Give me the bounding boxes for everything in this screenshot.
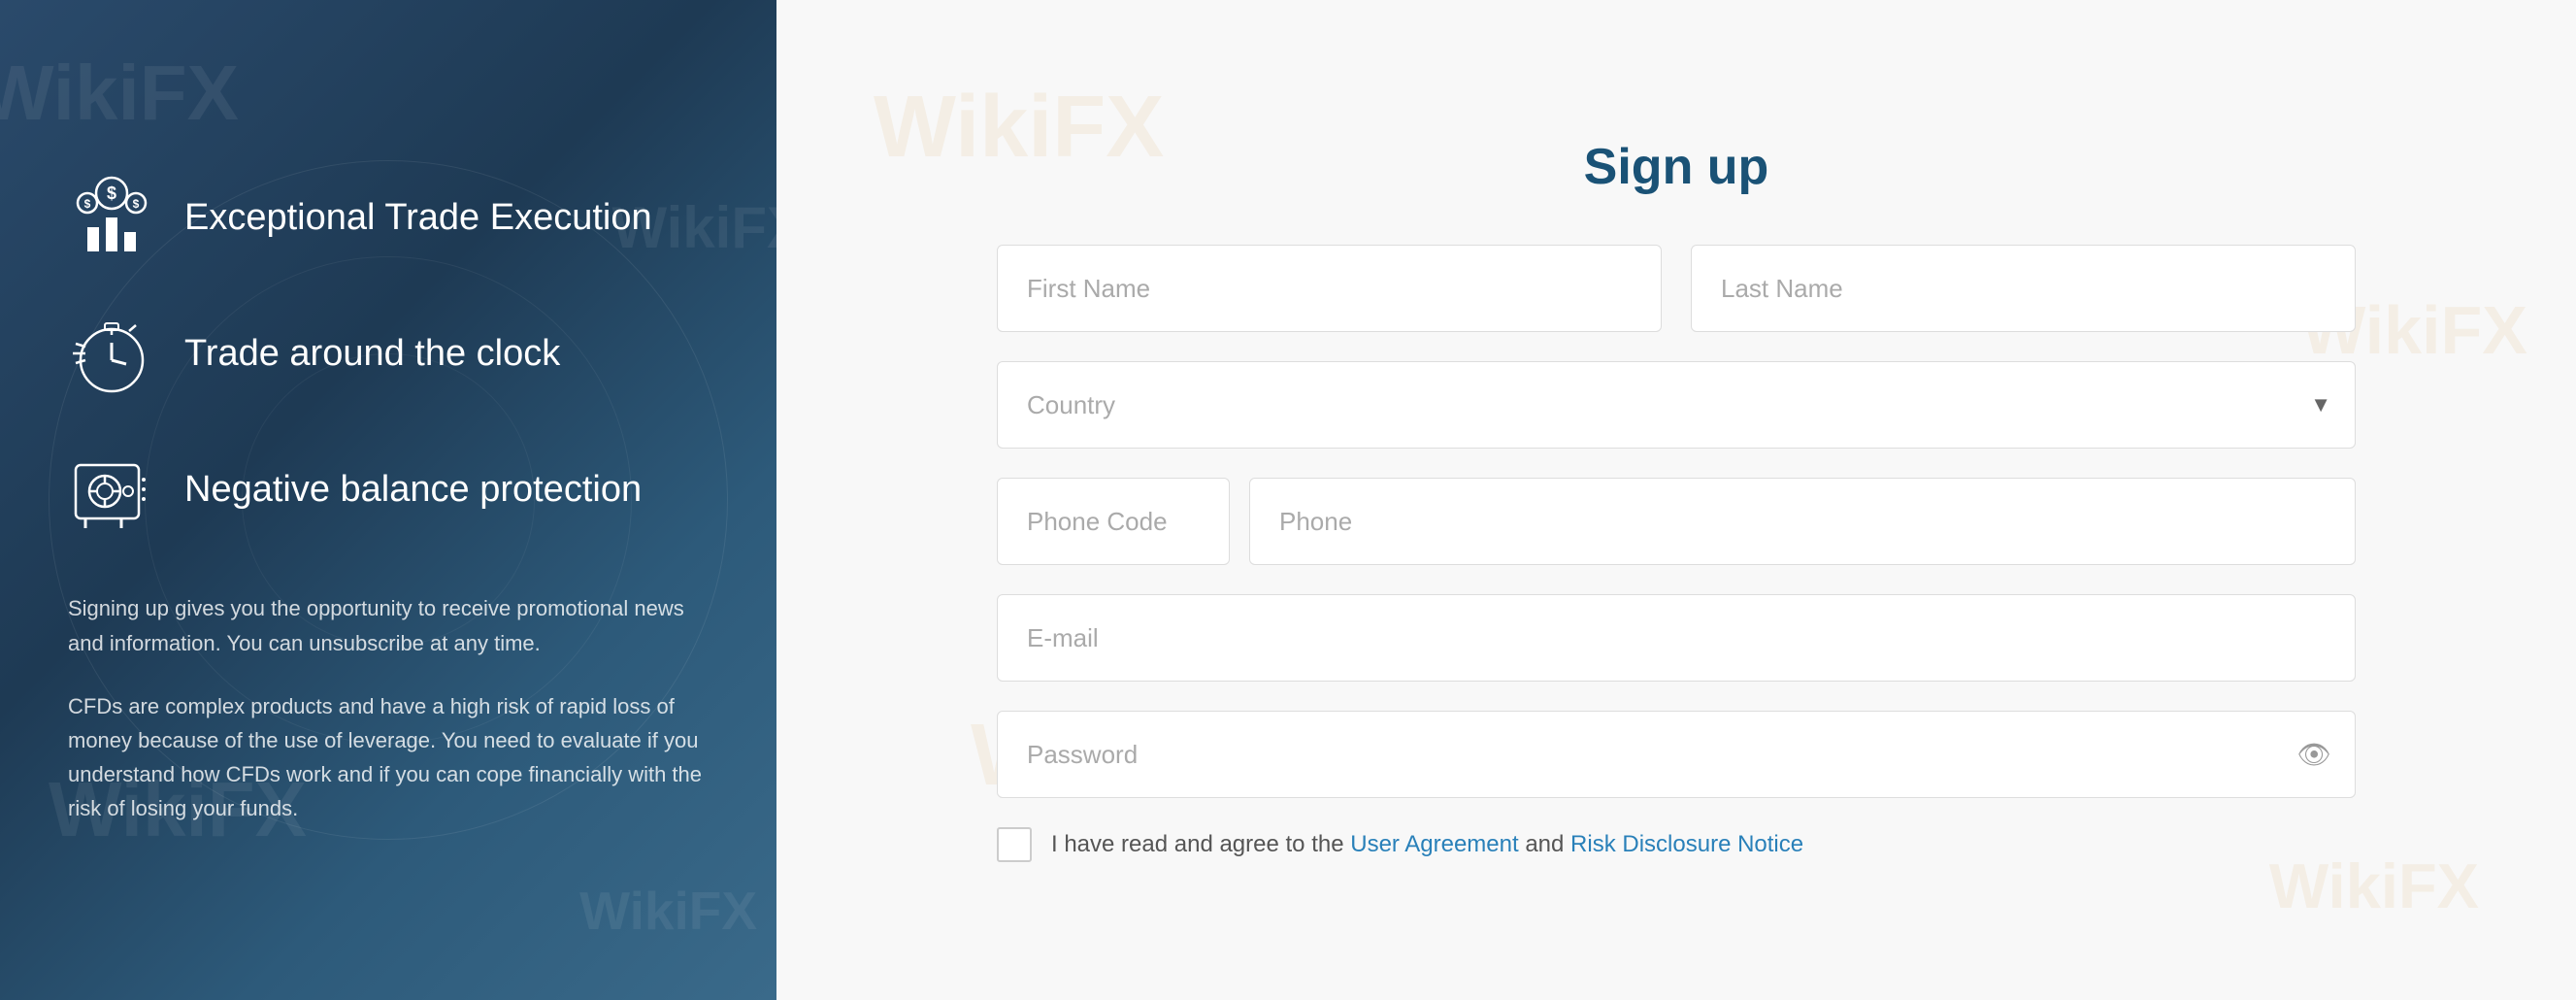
watermark-1: WikiFX xyxy=(0,49,239,138)
disclaimer-2: CFDs are complex products and have a hig… xyxy=(68,689,709,826)
agreement-text-before: I have read and agree to the xyxy=(1051,831,1350,857)
first-name-input[interactable] xyxy=(997,245,1662,332)
feature-negative-balance-title: Negative balance protection xyxy=(184,469,642,511)
feature-trade-clock: Trade around the clock xyxy=(68,310,709,397)
phone-code-field xyxy=(997,478,1230,565)
watermark-4: WikiFX xyxy=(579,880,757,942)
first-name-field xyxy=(997,245,1662,332)
password-field: 👁 xyxy=(997,711,2356,798)
feature-exceptional-trade: $ $ $ Exceptional Trade Execution xyxy=(68,174,709,261)
safe-icon xyxy=(68,446,155,533)
svg-text:$: $ xyxy=(107,183,116,203)
phone-code-input[interactable] xyxy=(997,478,1230,565)
agreement-row: I have read and agree to the User Agreem… xyxy=(997,827,2356,862)
name-row xyxy=(997,245,2356,332)
svg-text:$: $ xyxy=(133,197,140,211)
phone-input[interactable] xyxy=(1249,478,2356,565)
country-select[interactable]: Country xyxy=(997,361,2356,449)
feature-exceptional-trade-title: Exceptional Trade Execution xyxy=(184,197,652,239)
phone-row xyxy=(997,478,2356,565)
right-panel: WikiFX WikiFX WikiFX WikiFX Sign up Coun… xyxy=(776,0,2576,1000)
left-panel: WikiFX WikiFX WikiFX WikiFX $ $ $ Except… xyxy=(0,0,776,1000)
disclaimer-1: Signing up gives you the opportunity to … xyxy=(68,591,709,659)
country-field: Country ▼ xyxy=(997,361,2356,449)
feature-negative-balance: Negative balance protection xyxy=(68,446,709,533)
email-row xyxy=(997,594,2356,682)
feature-trade-clock-title: Trade around the clock xyxy=(184,333,560,375)
eye-icon[interactable]: 👁 xyxy=(2296,739,2331,771)
signup-form-container: Sign up Country ▼ xyxy=(997,138,2356,862)
password-input[interactable] xyxy=(997,711,2356,798)
agreement-text-between: and xyxy=(1519,831,1570,857)
phone-number-field xyxy=(1249,478,2356,565)
clock-icon xyxy=(68,310,155,397)
last-name-input[interactable] xyxy=(1691,245,2356,332)
email-input[interactable] xyxy=(997,594,2356,682)
agreement-text: I have read and agree to the User Agreem… xyxy=(1051,831,1803,858)
agreement-checkbox[interactable] xyxy=(997,827,1032,862)
last-name-field xyxy=(1691,245,2356,332)
email-field xyxy=(997,594,2356,682)
risk-disclosure-link[interactable]: Risk Disclosure Notice xyxy=(1570,831,1803,857)
svg-text:$: $ xyxy=(84,197,91,211)
page-title: Sign up xyxy=(997,138,2356,196)
chart-icon: $ $ $ xyxy=(68,174,155,261)
user-agreement-link[interactable]: User Agreement xyxy=(1350,831,1518,857)
